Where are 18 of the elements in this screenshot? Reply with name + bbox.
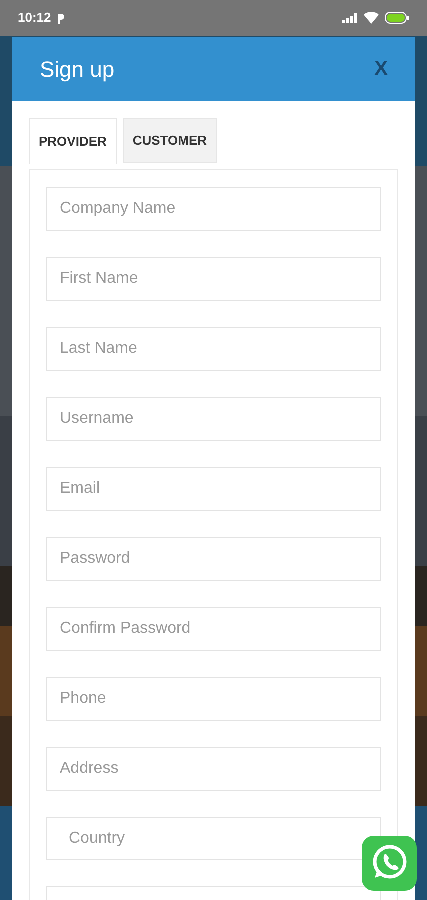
tab[interactable]: CUSTOMER [122, 118, 218, 163]
wifi-icon [364, 12, 379, 24]
input-field[interactable]: Company Name [46, 187, 381, 231]
dialog-title: Sign up [40, 56, 115, 84]
signal-icon [342, 12, 358, 24]
input-field[interactable]: Last Name [46, 327, 381, 371]
input-field[interactable]: First Name [46, 257, 381, 301]
parking-icon [57, 12, 66, 24]
status-time: 10:12 [18, 9, 52, 28]
chat-button[interactable] [362, 836, 417, 891]
input-field[interactable]: Password [46, 537, 381, 581]
input-field[interactable]: Address [46, 747, 381, 791]
battery-icon [385, 12, 409, 24]
tab[interactable]: PROVIDER [29, 118, 117, 164]
input-field[interactable]: Email [46, 467, 381, 511]
input-field[interactable]: Phone [46, 677, 381, 721]
input-field[interactable]: Confirm Password [46, 607, 381, 651]
input-field[interactable]: Username [46, 397, 381, 441]
